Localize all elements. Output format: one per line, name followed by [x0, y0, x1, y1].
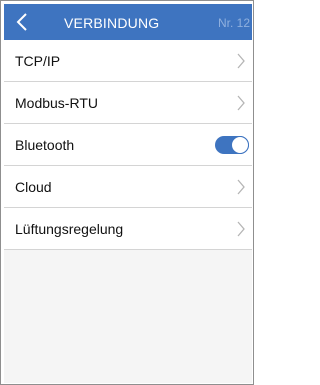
chevron-right-icon — [237, 179, 245, 195]
menu-item-label: Cloud — [15, 179, 52, 195]
screen: VERBINDUNG Nr. 12 TCP/IP Modbus-RTU Blue… — [4, 4, 252, 383]
chevron-right-icon — [237, 53, 245, 69]
bluetooth-toggle[interactable] — [215, 136, 249, 154]
menu-item-modbus-rtu[interactable]: Modbus-RTU — [4, 82, 252, 124]
menu-item-label: TCP/IP — [15, 53, 61, 69]
page-number: Nr. 12 — [217, 16, 250, 30]
menu-item-cloud[interactable]: Cloud — [4, 166, 252, 208]
menu-item-bluetooth: Bluetooth — [4, 124, 252, 166]
menu-item-lueftungsregelung[interactable]: Lüftungsregelung — [4, 208, 252, 250]
menu-item-label: Modbus-RTU — [15, 95, 98, 111]
menu-item-label: Bluetooth — [15, 137, 75, 153]
chevron-right-icon — [237, 221, 245, 237]
chevron-right-icon — [237, 95, 245, 111]
menu-item-tcp-ip[interactable]: TCP/IP — [4, 40, 252, 82]
page-title: VERBINDUNG — [64, 15, 160, 31]
menu-list: TCP/IP Modbus-RTU Bluetooth Cloud Lüftun… — [4, 40, 252, 250]
header-bar: VERBINDUNG Nr. 12 — [4, 4, 252, 40]
device-frame: VERBINDUNG Nr. 12 TCP/IP Modbus-RTU Blue… — [0, 0, 254, 385]
toggle-knob — [231, 136, 249, 154]
chevron-left-icon — [16, 13, 27, 31]
menu-item-label: Lüftungsregelung — [15, 221, 124, 237]
back-button[interactable] — [8, 8, 36, 36]
